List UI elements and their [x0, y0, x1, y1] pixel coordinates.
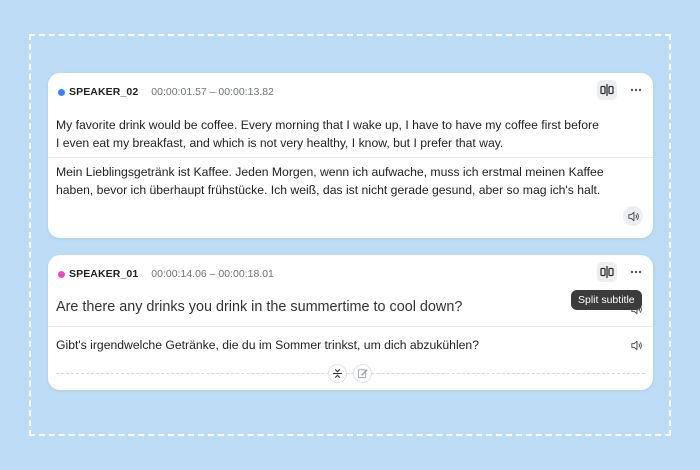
play-translation-button[interactable] [626, 335, 646, 355]
split-subtitle-icon [600, 266, 614, 278]
divider [48, 326, 653, 327]
time-range: 00:00:01.57 – 00:00:13.82 [151, 86, 274, 98]
split-subtitle-button[interactable] [597, 80, 617, 100]
more-horizontal-icon [630, 270, 642, 274]
play-translation-button[interactable] [623, 206, 643, 226]
segment-header: SPEAKER_01 00:00:14.06 – 00:00:18.01 [58, 267, 274, 281]
split-subtitle-tooltip: Split subtitle [571, 290, 642, 310]
split-subtitle-icon [600, 84, 614, 96]
translation-text[interactable]: Gibt's irgendwelche Getränke, die du im … [56, 336, 479, 354]
edit-segment-button[interactable] [353, 364, 372, 383]
translation-line: haben, bevor ich überhaupt frühstücke. I… [56, 183, 601, 197]
original-line: Are there any drinks you drink in the su… [56, 299, 463, 315]
speaker-label[interactable]: SPEAKER_02 [69, 86, 138, 98]
more-options-button[interactable] [626, 262, 646, 282]
subtitle-segment-card[interactable]: SPEAKER_01 00:00:14.06 – 00:00:18.01 Are… [48, 255, 653, 390]
more-horizontal-icon [630, 88, 642, 92]
subtitle-segment-card[interactable]: SPEAKER_02 00:00:01.57 – 00:00:13.82 My … [48, 73, 653, 238]
speaker-label[interactable]: SPEAKER_01 [69, 268, 138, 280]
time-range: 00:00:14.06 – 00:00:18.01 [151, 268, 274, 280]
merge-segments-button[interactable] [328, 364, 347, 383]
translation-line: Mein Lieblingsgetränk ist Kaffee. Jeden … [56, 165, 604, 179]
original-line: I even eat my breakfast, and which is no… [56, 136, 504, 150]
segment-boundary-line [56, 373, 645, 374]
speaker-color-dot [58, 270, 65, 278]
segment-header: SPEAKER_02 00:00:01.57 – 00:00:13.82 [58, 85, 274, 99]
speaker-volume-icon [630, 340, 642, 350]
original-line: My favorite drink would be coffee. Every… [56, 118, 599, 132]
original-text[interactable]: Are there any drinks you drink in the su… [56, 297, 462, 317]
translation-text[interactable]: Mein Lieblingsgetränk ist Kaffee. Jeden … [56, 163, 604, 199]
split-subtitle-button[interactable] [597, 262, 617, 282]
translation-line: Gibt's irgendwelche Getränke, die du im … [56, 338, 479, 352]
merge-icon [332, 368, 343, 379]
speaker-color-dot [58, 88, 65, 96]
speaker-volume-icon [627, 211, 639, 221]
original-text[interactable]: My favorite drink would be coffee. Every… [56, 116, 599, 152]
more-options-button[interactable] [626, 80, 646, 100]
edit-icon [357, 369, 368, 379]
divider [48, 157, 653, 158]
